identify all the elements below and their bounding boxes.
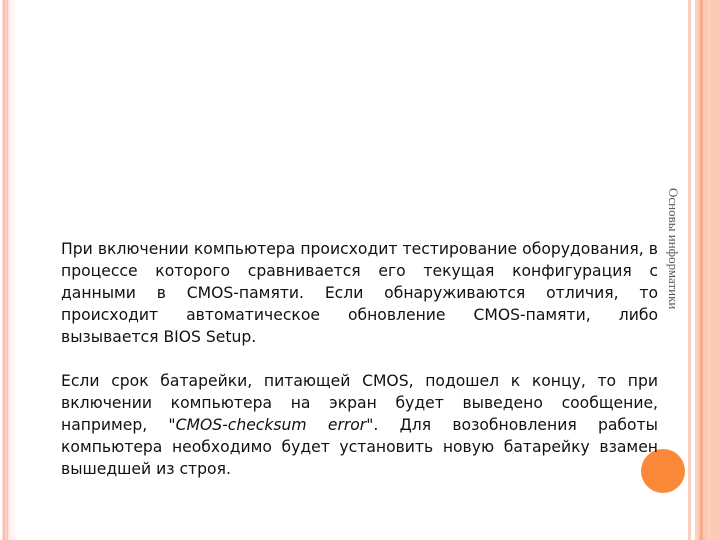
right-thin-stripe <box>688 0 691 540</box>
paragraph-battery: Если срок батарейки, питающей CMOS, подо… <box>61 370 658 480</box>
side-title: Основы информатики <box>666 188 681 310</box>
right-decorative-band <box>695 0 720 540</box>
paragraph-post-test: При включении компьютера происходит тест… <box>61 240 658 346</box>
error-message-text: CMOS-checksum error <box>175 416 367 434</box>
left-decorative-stripes <box>0 0 16 540</box>
slide: Основы информатики При включении компьют… <box>0 0 720 540</box>
slide-body: При включении компьютера происходит тест… <box>61 238 658 480</box>
